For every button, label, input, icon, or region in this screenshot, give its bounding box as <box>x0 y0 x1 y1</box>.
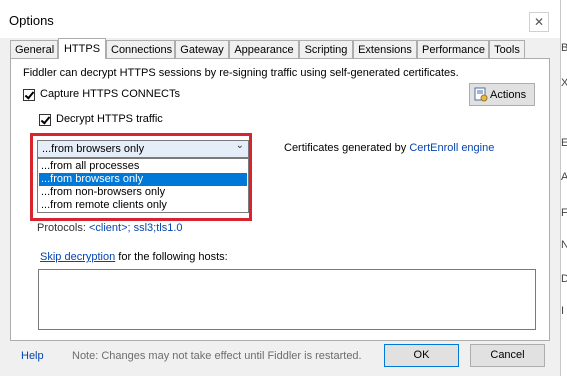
cancel-button[interactable]: Cancel <box>470 344 545 367</box>
traffic-source-dropdown: ...from all processes ...from browsers o… <box>37 158 249 213</box>
tab-appearance[interactable]: Appearance <box>229 40 299 58</box>
skip-decryption-link[interactable]: Skip decryption <box>40 251 115 263</box>
capture-https-checkbox[interactable] <box>23 89 35 101</box>
tab-tools[interactable]: Tools <box>489 40 525 58</box>
actions-label: Actions <box>490 89 527 101</box>
help-link[interactable]: Help <box>21 350 44 362</box>
tab-connections[interactable]: Connections <box>106 40 175 58</box>
bg-fragment: I <box>561 305 565 317</box>
ok-button[interactable]: OK <box>384 344 459 367</box>
title-bar: Options ✕ <box>0 0 560 38</box>
restart-note: Note: Changes may not take effect until … <box>72 350 362 362</box>
skip-decryption-row: Skip decryption for the following hosts: <box>40 251 228 263</box>
skip-hosts-textarea[interactable] <box>38 269 536 330</box>
bg-fragment: F <box>561 207 567 219</box>
certificates-text: Certificates generated by <box>284 142 410 154</box>
actions-button[interactable]: Actions <box>469 83 535 106</box>
protocols-row: Protocols: <client>; ssl3;tls1.0 <box>37 222 183 234</box>
capture-https-label[interactable]: Capture HTTPS CONNECTs <box>40 88 180 100</box>
certificates-info: Certificates generated by CertEnroll eng… <box>284 142 494 154</box>
tab-extensions[interactable]: Extensions <box>353 40 417 58</box>
bg-fragment: B <box>561 42 567 54</box>
certenroll-link[interactable]: CertEnroll engine <box>409 142 494 154</box>
decrypt-https-checkbox[interactable] <box>39 114 51 126</box>
decrypt-https-label[interactable]: Decrypt HTTPS traffic <box>56 113 163 125</box>
traffic-source-select[interactable]: ...from browsers only ⌄ <box>37 140 249 158</box>
certificate-icon <box>474 87 488 102</box>
option-remote-clients-only[interactable]: ...from remote clients only <box>39 199 247 212</box>
tab-performance[interactable]: Performance <box>417 40 489 58</box>
bg-fragment: AR <box>561 171 567 183</box>
skip-decryption-text: for the following hosts: <box>115 251 228 263</box>
protocols-label: Protocols: <box>37 222 89 234</box>
bg-fragment: E <box>561 137 567 149</box>
protocols-link[interactable]: <client>; ssl3;tls1.0 <box>89 222 183 234</box>
options-dialog: Options ✕ General HTTPS Connections Gate… <box>0 0 561 376</box>
bg-fragment: D <box>561 273 567 285</box>
chevron-down-icon: ⌄ <box>235 140 244 151</box>
tab-general[interactable]: General <box>10 40 58 58</box>
option-non-browsers-only[interactable]: ...from non-browsers only <box>39 186 247 199</box>
option-all-processes[interactable]: ...from all processes <box>39 160 247 173</box>
dialog-title: Options <box>9 13 54 28</box>
tab-scripting[interactable]: Scripting <box>299 40 353 58</box>
traffic-source-value: ...from browsers only <box>42 143 145 155</box>
tab-https[interactable]: HTTPS <box>58 38 106 59</box>
background-window-edge: B X E AR F N D I <box>561 0 567 376</box>
bg-fragment: X <box>561 77 567 89</box>
option-browsers-only[interactable]: ...from browsers only <box>39 173 247 186</box>
bg-fragment: N <box>561 239 567 251</box>
close-button[interactable]: ✕ <box>529 12 549 32</box>
https-intro-text: Fiddler can decrypt HTTPS sessions by re… <box>23 67 459 79</box>
tab-gateway[interactable]: Gateway <box>175 40 229 58</box>
